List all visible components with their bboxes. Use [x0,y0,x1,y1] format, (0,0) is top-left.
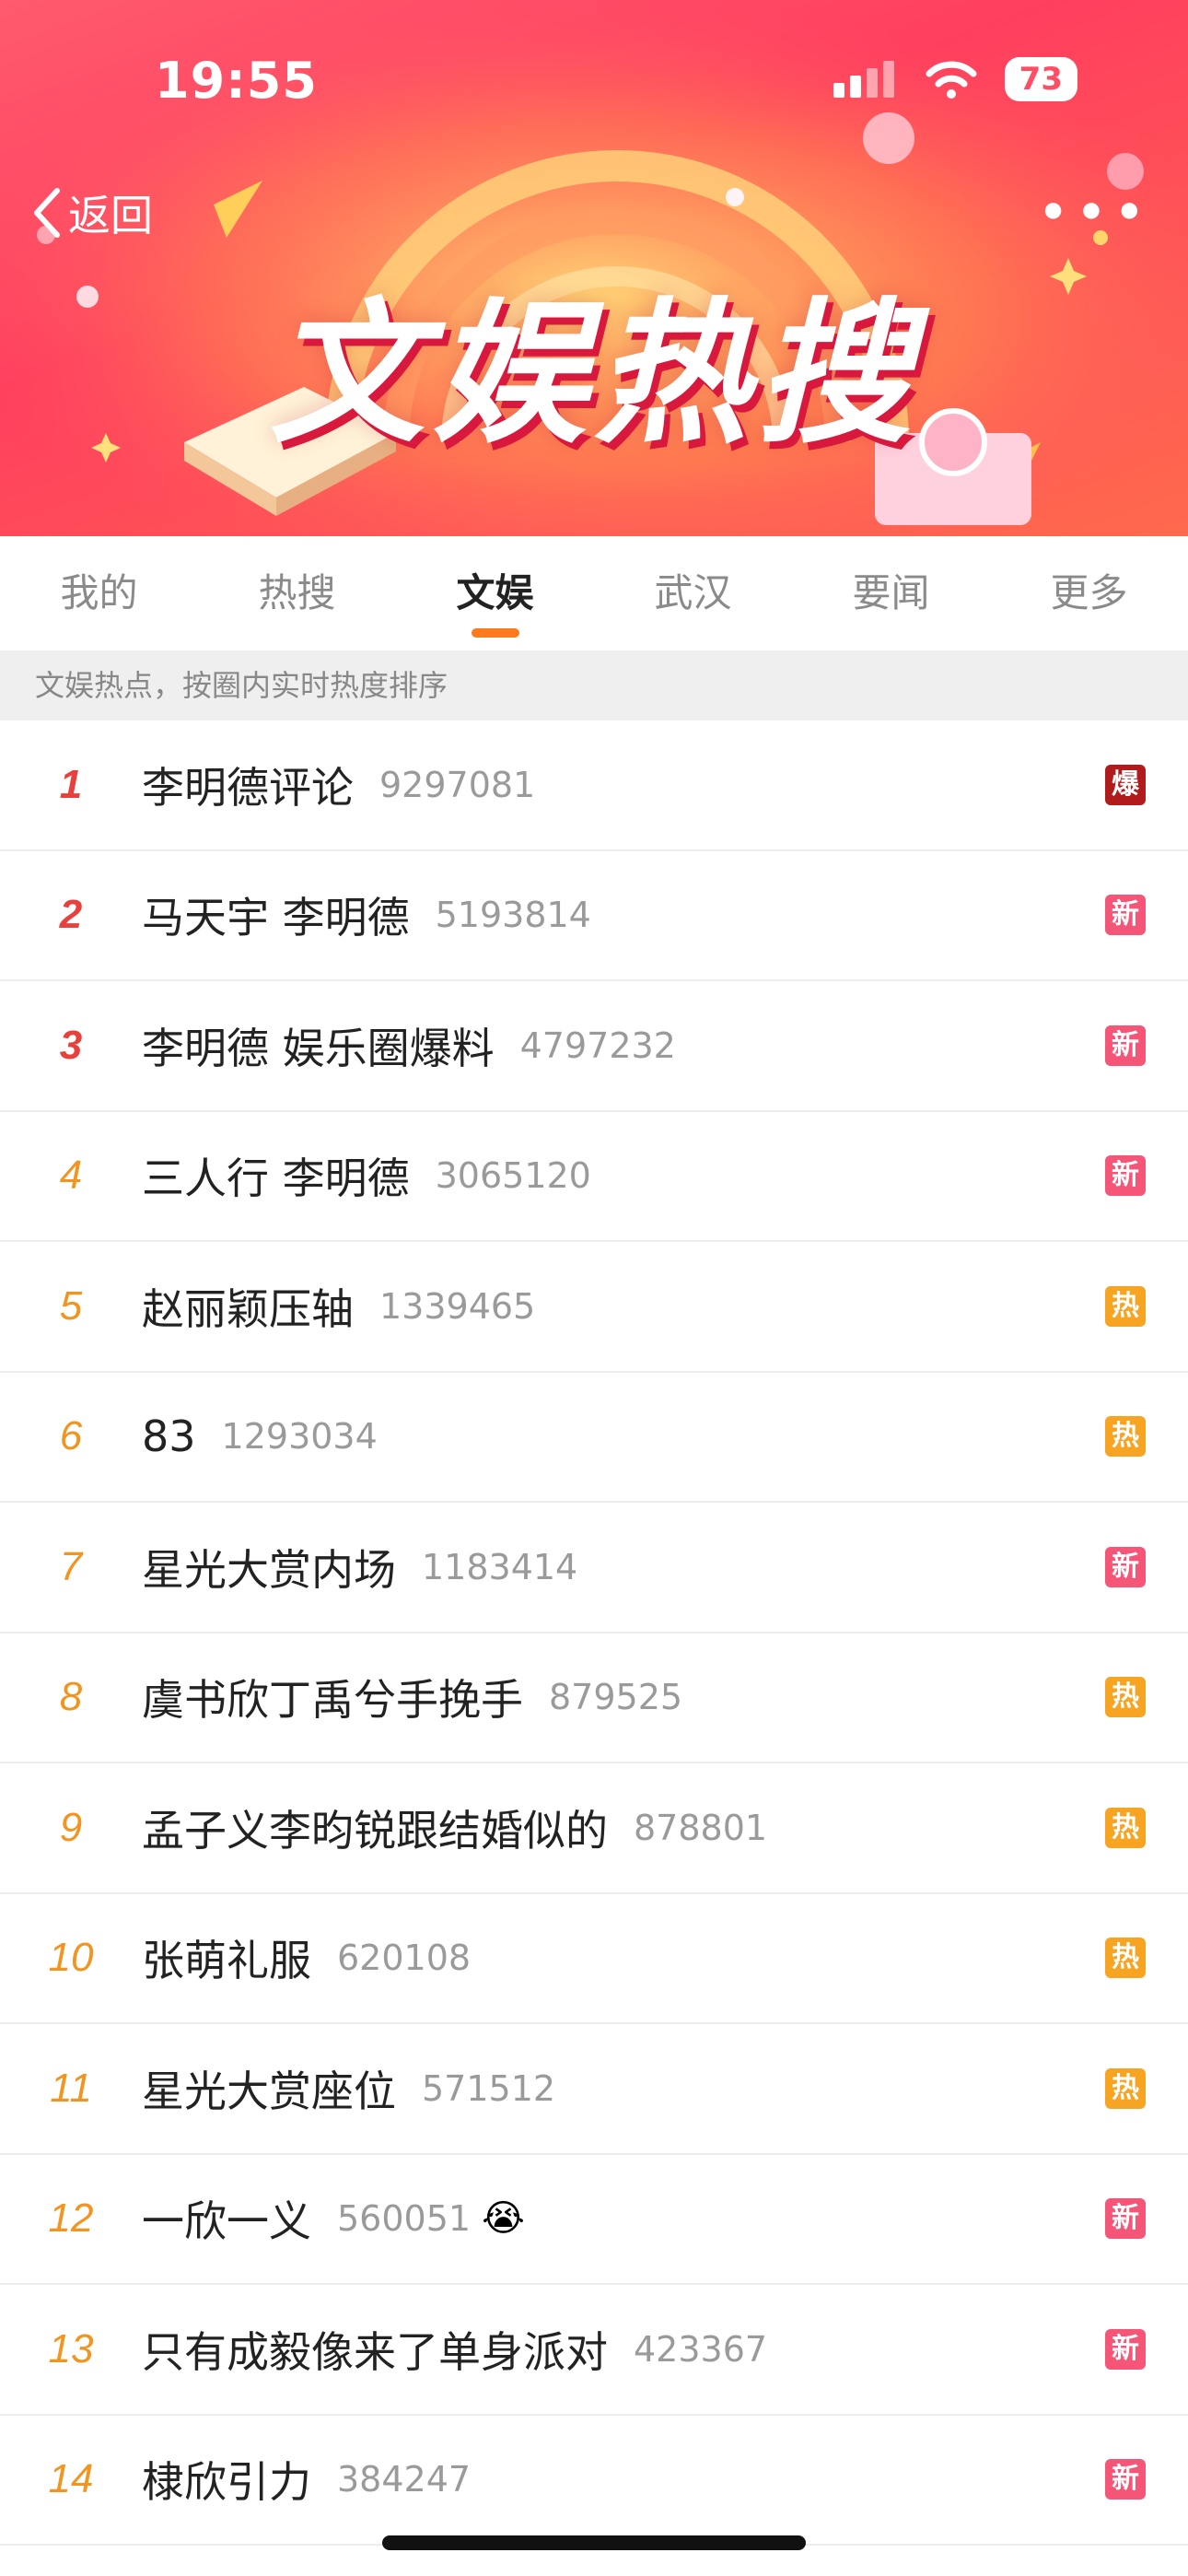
tab-wuhan[interactable]: 武汉 [594,536,792,650]
list-item[interactable]: 4 三人行 李明德 3065120 新 [0,1112,1188,1242]
list-item[interactable]: 9 孟子义李昀锐跟结婚似的 878801 热 [0,1763,1188,1894]
tab-more[interactable]: 更多 [990,536,1188,650]
hero-banner: 19:55 73 返回 ••• 文娱热搜 [0,0,1188,536]
category-tabs: 我的 热搜 文娱 武汉 要闻 更多 [0,536,1188,650]
heat-count: 879525 [549,1677,683,1718]
rank-number: 9 [59,1804,83,1850]
cellular-signal-icon [833,61,894,98]
list-item[interactable]: 6 83 1293034 热 [0,1373,1188,1503]
topic-title: 马天宇 李明德 [142,893,410,943]
list-item[interactable]: 8 虞书欣丁禹兮手挽手 879525 热 [0,1633,1188,1763]
rank-number: 14 [48,2456,94,2502]
status-badge: 热 [1105,2067,1146,2109]
list-item[interactable]: 11 星光大赏座位 571512 热 [0,2024,1188,2155]
status-badge: 新 [1105,2328,1146,2370]
chevron-left-icon [34,188,60,238]
topic-title: 赵丽颖压轴 [142,1283,354,1334]
heat-count: 1293034 [221,1416,378,1458]
topic-title: 星光大赏内场 [142,1544,396,1595]
rank-number: 11 [50,2065,92,2111]
list-item[interactable]: 1 李明德评论 9297081 爆 [0,720,1188,851]
status-badge: 新 [1105,1155,1146,1197]
rank-number: 8 [59,1674,83,1720]
heat-count: 384247 [337,2459,472,2500]
status-badge: 新 [1105,1025,1146,1066]
topic-title: 张萌礼服 [142,1936,311,1986]
heat-count: 1339465 [379,1285,536,1327]
tab-mine[interactable]: 我的 [0,536,198,650]
banner-title: 文娱热搜 [270,284,918,464]
battery-indicator: 73 [1004,57,1077,101]
rank-number: 6 [59,1413,83,1459]
list-item[interactable]: 14 棣欣引力 384247 新 [0,2416,1188,2546]
list-item[interactable]: 7 星光大赏内场 1183414 新 [0,1503,1188,1633]
rank-number: 12 [48,2195,94,2242]
heat-count: 1183414 [422,1546,578,1587]
list-item[interactable]: 10 张萌礼服 620108 热 [0,1894,1188,2024]
rank-number: 5 [59,1282,83,1329]
topic-title: 棣欣引力 [142,2457,311,2508]
tab-hot-search[interactable]: 热搜 [198,536,396,650]
heat-count: 423367 [634,2328,768,2370]
topic-title: 李明德评论 [142,762,354,813]
back-button[interactable]: 返回 [28,182,153,243]
rank-number: 1 [59,761,83,807]
list-description: 文娱热点，按圈内实时热度排序 [0,650,1188,720]
crying-emoji-icon: 😭 [482,2197,525,2241]
topic-title: 一欣一义 [142,2196,311,2247]
status-badge: 热 [1105,1677,1146,1718]
rank-number: 13 [48,2325,94,2371]
list-item[interactable]: 12 一欣一义 560051 😭 新 [0,2155,1188,2285]
topic-title: 星光大赏座位 [142,2066,396,2116]
status-badge: 新 [1105,2198,1146,2240]
topic-title: 孟子义李昀锐跟结婚似的 [142,1805,608,1856]
topic-title: 三人行 李明德 [142,1153,410,1204]
tab-entertainment[interactable]: 文娱 [396,536,594,650]
heat-count: 3065120 [435,1155,591,1197]
status-badge: 新 [1105,2459,1146,2500]
heat-count: 560051 [337,2198,472,2240]
heat-count: 620108 [337,1938,472,1979]
list-item[interactable]: 3 李明德 娱乐圈爆料 4797232 新 [0,981,1188,1112]
status-badge: 热 [1105,1938,1146,1979]
rank-number: 3 [59,1022,83,1068]
rank-number: 10 [48,1935,94,1981]
heat-count: 878801 [634,1807,768,1848]
tab-news[interactable]: 要闻 [792,536,990,650]
status-badge: 新 [1105,895,1146,936]
rank-number: 7 [59,1543,83,1589]
status-badge: 热 [1105,1416,1146,1458]
status-badge: 爆 [1105,764,1146,805]
heat-count: 571512 [422,2067,556,2109]
hot-search-list: 1 李明德评论 9297081 爆 2 马天宇 李明德 5193814 新 3 李明德 娱乐圈爆料… [0,720,1188,2546]
rank-number: 4 [59,1153,83,1199]
status-badge: 热 [1105,1807,1146,1848]
heat-count: 9297081 [379,764,536,805]
topic-title: 虞书欣丁禹兮手挽手 [142,1675,523,1726]
topic-title: 只有成毅像来了单身派对 [142,2326,608,2377]
rank-number: 2 [59,892,83,938]
status-time: 19:55 [155,52,318,110]
status-badge: 热 [1105,1285,1146,1327]
topic-title: 李明德 娱乐圈爆料 [142,1023,495,1073]
status-icons: 73 [833,57,1077,101]
back-label: 返回 [68,191,153,240]
home-indicator[interactable] [382,2535,806,2550]
heat-count: 4797232 [519,1025,676,1066]
topic-title: 83 [142,1411,196,1462]
more-options-button[interactable]: ••• [1037,181,1151,245]
list-item[interactable]: 13 只有成毅像来了单身派对 423367 新 [0,2285,1188,2416]
list-item[interactable]: 2 马天宇 李明德 5193814 新 [0,851,1188,981]
heat-count: 5193814 [435,895,591,936]
wifi-icon [926,61,977,99]
status-badge: 新 [1105,1546,1146,1587]
list-item[interactable]: 5 赵丽颖压轴 1339465 热 [0,1242,1188,1373]
